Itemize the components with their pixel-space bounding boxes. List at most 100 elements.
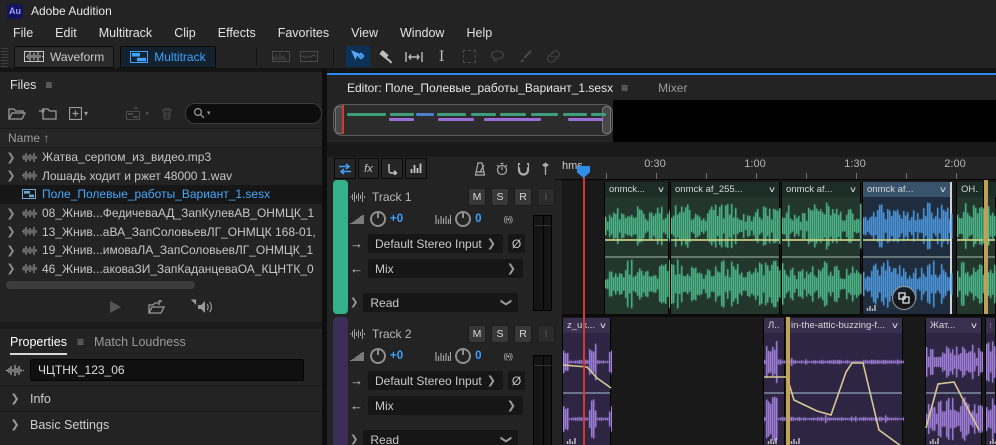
expand-chevron-icon[interactable]: ❯ [0,207,22,220]
pan-value[interactable]: 0 [475,350,481,362]
volume-envelope[interactable] [926,318,983,445]
monitoring-icon[interactable]: ((•)) [504,215,512,224]
clip-header[interactable]: onmck...∨ [605,182,668,197]
clip-menu-chevron-icon[interactable]: ∨ [768,185,776,194]
volume-envelope[interactable] [863,239,950,241]
pan-knob[interactable] [455,348,471,364]
volume-envelope[interactable] [957,239,983,241]
clip-header[interactable]: onmck af...∨ [863,182,950,197]
expand-chevron-icon[interactable]: ❯ [0,169,22,182]
menu-file[interactable]: File [2,22,44,44]
tab-mixer[interactable]: Mixer [658,81,687,95]
file-row[interactable]: ❯Жатва_серпом_из_видео.mp3 [0,148,322,167]
track2-lane[interactable]: z_uk...∨Л...in-the-attic-buzzing-f...∨Жа… [562,317,996,445]
record-arm-button[interactable]: R [514,325,532,343]
output-selector[interactable]: Mix❯ [368,259,523,278]
pan-value[interactable]: 0 [475,213,481,225]
automation-expand-icon[interactable]: ❯ [350,434,358,445]
file-row[interactable]: Поле_Полевые_работы_Вариант_1.sesx [0,185,322,204]
navigator-right-handle[interactable] [602,106,611,134]
volume-value[interactable]: +0 [390,350,403,362]
zoom-navigator[interactable] [333,104,613,136]
clip-track1[interactable]: ОН... [956,182,984,314]
volume-envelope[interactable] [563,318,612,445]
toolbar-grip[interactable] [1,46,8,67]
editor-menu-icon[interactable]: ≡ [621,81,628,95]
expand-chevron-icon[interactable]: ❯ [0,244,22,257]
crossfade-toggle-button[interactable] [334,158,356,179]
slip-tool-button[interactable] [402,46,426,67]
volume-envelope[interactable] [605,239,668,241]
properties-menu-icon[interactable]: ≡ [77,335,84,349]
clip-track2[interactable]: in-the-attic-buzzing-f...∨ [786,318,903,445]
auto-play-icon[interactable] [148,300,165,314]
razor-tool-button[interactable] [374,46,398,67]
clip-selected[interactable]: onmck af...∨ [862,182,952,314]
volume-envelope[interactable] [764,318,786,445]
monitor-input-button[interactable]: I [537,188,555,206]
record-arm-button[interactable]: R [514,188,532,206]
phase-invert-button[interactable]: Ø [508,234,525,253]
marker-icon[interactable] [535,159,555,178]
track1-lane[interactable]: onmck...∨onmck af_255...∨onmck af...∨onm… [562,180,996,314]
menu-help[interactable]: Help [455,22,503,44]
tab-match-loudness[interactable]: Match Loudness [94,335,186,349]
solo-button[interactable]: S [491,188,509,206]
monitor-input-button[interactable]: I [537,325,555,343]
waveform-view-button[interactable]: Waveform [14,46,114,68]
new-item-icon[interactable]: ▾ [69,107,88,120]
phase-invert-button[interactable]: Ø [508,371,525,390]
metronome-icon[interactable] [471,159,491,178]
solo-button[interactable]: S [491,325,509,343]
track-routing-button[interactable] [381,158,403,179]
files-panel-menu-icon[interactable]: ≡ [45,78,52,92]
automation-mode-selector[interactable]: Read❯ [363,430,518,445]
menu-effects[interactable]: Effects [207,22,267,44]
file-row[interactable]: ❯08_Жнив...ФедичеваАД_ЗапКулевАВ_ОНМЦК_1 [0,204,322,223]
volume-envelope[interactable] [782,239,860,241]
clip-track2[interactable]: Жат...∨ [925,318,982,445]
expand-chevron-icon[interactable]: ❯ [0,225,22,238]
metering-button[interactable] [405,158,427,179]
file-row[interactable]: ❯13_Жнив...аВА_ЗапСоловьевЛГ_ОНМЦК 168-0… [0,222,322,241]
clip-track1[interactable]: onmck...∨ [604,182,669,314]
skip-selection-icon[interactable] [492,159,512,178]
volume-envelope[interactable] [988,239,995,241]
volume-knob[interactable] [370,211,386,227]
effects-rack-button[interactable]: fx [358,158,380,179]
input-selector[interactable]: Default Stereo Input❯ [368,234,503,253]
tab-editor[interactable]: Editor: Поле_Полевые_работы_Вариант_1.se… [347,81,613,101]
input-selector[interactable]: Default Stereo Input❯ [368,371,503,390]
clip-header[interactable]: onmck af...∨ [782,182,860,197]
monitoring-icon[interactable]: ((•)) [504,352,512,361]
volume-value[interactable]: +0 [390,213,403,225]
clip-track2[interactable]: Л... [763,318,785,445]
menu-multitrack[interactable]: Multitrack [88,22,163,44]
file-row[interactable]: ❯46_Жнив...аковаЗИ_ЗапКаданцеваОА_КЦНТК_… [0,260,322,279]
clip-header[interactable]: onmck af_255...∨ [671,182,779,197]
track1-color-strip[interactable] [333,180,348,314]
menu-edit[interactable]: Edit [44,22,88,44]
play-button[interactable] [109,300,122,314]
file-row[interactable]: ❯Лошадь ходит и ржет 48000 1.wav [0,167,322,186]
menu-window[interactable]: Window [389,22,455,44]
open-file-icon[interactable] [8,107,26,120]
section-basic-settings[interactable]: ❯ Basic Settings [0,411,322,437]
files-horizontal-scrollbar[interactable] [6,281,195,289]
section-info[interactable]: ❯ Info [0,385,322,411]
multitrack-view-button[interactable]: Multitrack [120,46,215,68]
mute-button[interactable]: M [468,188,486,206]
menu-view[interactable]: View [340,22,389,44]
clip-track2[interactable]: sur... [985,318,996,445]
menu-favorites[interactable]: Favorites [267,22,340,44]
clip-header[interactable]: ОН... [957,182,983,197]
move-tool-button[interactable] [346,46,370,67]
clip-track1[interactable]: КЦ [987,182,996,314]
tab-properties[interactable]: Properties [10,335,67,355]
time-selection-tool-button[interactable]: I [430,46,454,67]
file-row[interactable]: ❯19_Жнив...имоваЛА_ЗапСоловьевЛГ_ОНМЦК_1 [0,241,322,260]
clip-menu-chevron-icon[interactable]: ∨ [657,185,665,194]
expand-chevron-icon[interactable]: ❯ [0,262,22,275]
track-name[interactable]: Track 2 [372,327,412,341]
track2-color-strip[interactable] [333,317,348,445]
